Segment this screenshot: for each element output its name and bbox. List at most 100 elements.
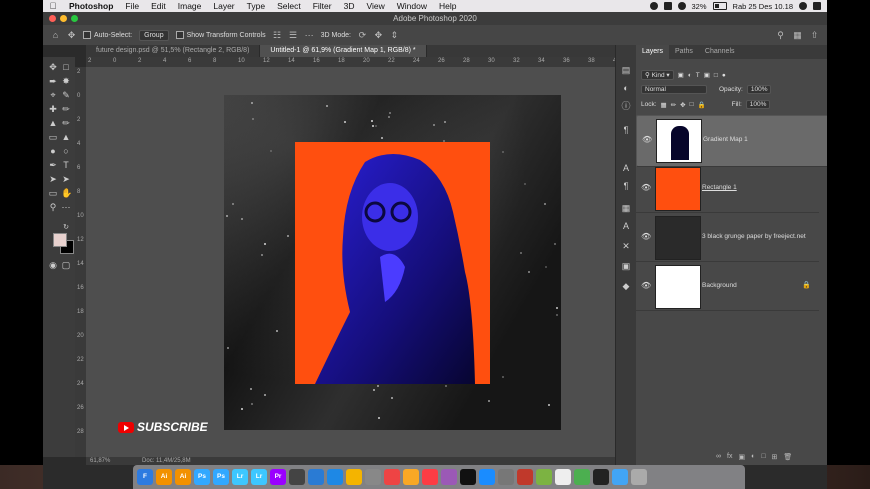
dock-app-icon[interactable] <box>289 469 305 485</box>
gradient-map-mask-thumb[interactable] <box>656 119 702 163</box>
tab-layers[interactable]: Layers <box>636 45 670 59</box>
tab-future-design[interactable]: future design.psd @ 51,5% (Rectangle 2, … <box>86 45 261 57</box>
dock-app-icon[interactable] <box>574 469 590 485</box>
siri-icon[interactable] <box>799 2 807 10</box>
stamp-tool-icon[interactable]: ▲ <box>48 118 58 128</box>
visibility-eye-icon[interactable]: 👁 <box>642 136 652 144</box>
align-center-icon[interactable]: ☰ <box>289 30 298 40</box>
align-icon[interactable]: ☷ <box>273 30 282 40</box>
orange-rectangle[interactable] <box>295 142 490 384</box>
layer-rectangle-1[interactable]: 👁 Rectangle 1 <box>636 164 819 213</box>
marquee-tool-icon[interactable]: □ <box>61 62 71 72</box>
dock-app-icon[interactable] <box>517 469 533 485</box>
minimize-window-icon[interactable] <box>60 15 67 22</box>
filter-adjust-icon[interactable]: ◐ <box>688 72 692 79</box>
adjustment-layer-icon[interactable]: ◐ <box>751 453 755 461</box>
paragraph-style-icon[interactable]: ¶ <box>621 181 631 191</box>
dock-app-icon[interactable] <box>346 469 362 485</box>
show-transform-checkbox[interactable]: Show Transform Controls <box>175 31 266 39</box>
dock-app-icon[interactable]: Ai <box>156 469 172 485</box>
dock-app-icon[interactable]: Ai <box>175 469 191 485</box>
menu-edit[interactable]: Edit <box>145 1 172 11</box>
apple-icon[interactable]:  <box>43 1 63 11</box>
dock-app-icon[interactable] <box>365 469 381 485</box>
layer-name[interactable]: Background <box>702 282 737 289</box>
menu-3d[interactable]: 3D <box>338 1 361 11</box>
dock-app-icon[interactable] <box>327 469 343 485</box>
canvas-area[interactable] <box>86 67 648 457</box>
quick-mask-icon[interactable]: ◉ <box>48 260 58 270</box>
lock-pixels-icon[interactable]: ▦ <box>661 101 667 109</box>
link-layers-icon[interactable]: ∞ <box>716 453 721 461</box>
lasso-tool-icon[interactable]: ➨ <box>48 76 58 86</box>
creative-cloud-icon[interactable] <box>663 2 672 10</box>
lock-position-icon[interactable]: ✥ <box>680 101 685 109</box>
filter-type-icon[interactable]: T <box>696 72 700 79</box>
dock-app-icon[interactable]: Pr <box>270 469 286 485</box>
menu-select[interactable]: Select <box>271 1 307 11</box>
character-icon[interactable]: A <box>621 163 631 173</box>
new-group-icon[interactable]: □ <box>761 453 765 461</box>
dock-app-icon[interactable] <box>612 469 628 485</box>
background-thumb[interactable] <box>655 265 701 309</box>
dock-app-icon[interactable]: F <box>137 469 153 485</box>
direct-select-icon[interactable]: ➤ <box>61 174 71 184</box>
dock-app-icon[interactable] <box>631 469 647 485</box>
menu-image[interactable]: Image <box>172 1 208 11</box>
lock-artboard-icon[interactable]: □ <box>690 101 694 108</box>
layer-grunge-paper[interactable]: 👁 3 black grunge paper by freeject.net <box>636 213 819 262</box>
doc-size[interactable]: Doc: 11,4M/25,8M <box>142 458 191 464</box>
3d-pan-icon[interactable]: ✥ <box>374 30 383 40</box>
record-icon[interactable] <box>649 2 658 10</box>
foreground-color-swatch[interactable] <box>53 233 67 247</box>
dock-app-icon[interactable] <box>536 469 552 485</box>
filter-pixel-icon[interactable]: ▣ <box>678 71 684 79</box>
3d-icon[interactable]: ◆ <box>621 281 631 291</box>
dock-app-icon[interactable] <box>308 469 324 485</box>
zoom-level[interactable]: 61,87% <box>90 458 110 464</box>
path-select-icon[interactable]: ➤ <box>48 174 58 184</box>
kind-filter[interactable]: ⚲ Kind ▾ <box>641 70 674 80</box>
zoom-window-icon[interactable] <box>71 15 78 22</box>
zoom-tool-icon[interactable]: ⚲ <box>48 202 58 212</box>
battery-icon[interactable] <box>712 2 727 10</box>
swap-colors-icon[interactable]: ↻ <box>61 223 71 233</box>
fx-icon[interactable]: fx <box>727 453 732 461</box>
opacity-field[interactable]: 100% <box>746 85 772 94</box>
libraries-icon[interactable]: ▣ <box>621 261 631 271</box>
healing-brush-icon[interactable]: ✚ <box>48 104 58 114</box>
menu-filter[interactable]: Filter <box>307 1 338 11</box>
eraser-tool-icon[interactable]: ▭ <box>48 132 58 142</box>
blur-tool-icon[interactable]: ● <box>48 146 58 156</box>
dock-app-icon[interactable]: Lr <box>251 469 267 485</box>
dock-app-icon[interactable] <box>460 469 476 485</box>
fill-field[interactable]: 100% <box>745 100 771 109</box>
layer-name[interactable]: Rectangle 1 <box>702 184 737 191</box>
glyphs-icon[interactable]: A <box>621 221 631 231</box>
share-icon[interactable]: ⇧ <box>810 30 819 40</box>
screen-mode-icon[interactable]: ▢ <box>61 260 71 270</box>
info-icon[interactable]: ⓘ <box>621 101 631 111</box>
menu-file[interactable]: File <box>119 1 145 11</box>
lock-icon[interactable]: 🔒 <box>802 281 811 289</box>
visibility-eye-icon[interactable]: 👁 <box>641 282 651 290</box>
type-tool-icon[interactable]: T <box>61 160 71 170</box>
filter-shape-icon[interactable]: ▣ <box>704 71 710 79</box>
layer-name[interactable]: 3 black grunge paper by freeject.net <box>702 233 806 240</box>
paragraph-icon[interactable]: ¶ <box>621 125 631 135</box>
control-center-icon[interactable] <box>813 2 821 10</box>
search-icon[interactable]: ⚲ <box>776 30 785 40</box>
hand-tool-icon[interactable]: ✋ <box>61 188 72 198</box>
auto-select-checkbox[interactable]: Auto-Select: <box>83 31 132 39</box>
visibility-eye-icon[interactable]: 👁 <box>641 184 651 192</box>
new-layer-icon[interactable]: ⊞ <box>772 453 778 461</box>
brush-tool-icon[interactable]: ✏ <box>61 104 71 114</box>
dock-app-icon[interactable] <box>555 469 571 485</box>
quick-select-icon[interactable]: ✸ <box>61 76 71 86</box>
tab-channels[interactable]: Channels <box>699 45 741 59</box>
shape-tool-icon[interactable]: ▭ <box>48 188 58 198</box>
layer-name[interactable]: Gradient Map 1 <box>703 136 748 143</box>
layer-background[interactable]: 👁 Background 🔒 <box>636 262 819 311</box>
tab-paths[interactable]: Paths <box>669 45 699 59</box>
document-canvas[interactable] <box>224 95 561 430</box>
